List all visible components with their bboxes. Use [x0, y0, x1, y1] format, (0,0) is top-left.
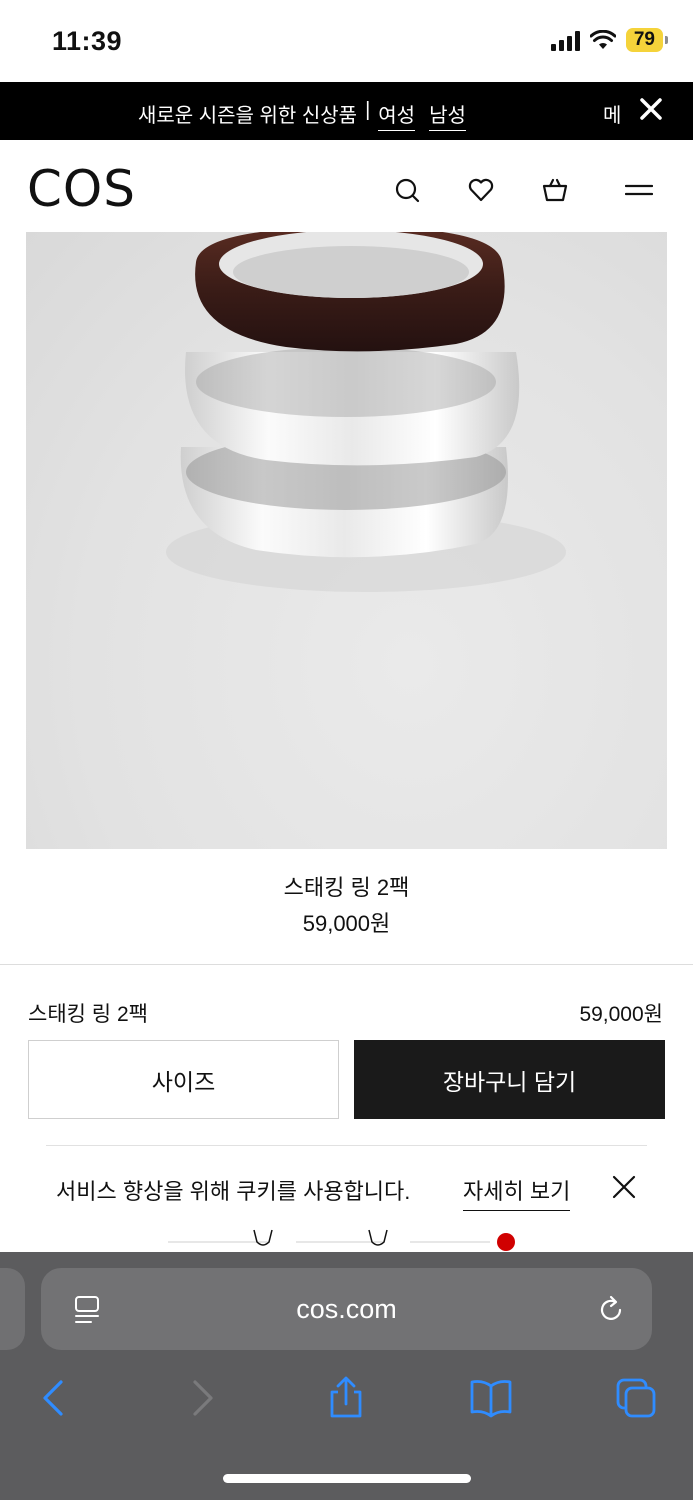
swatch-row-peek — [168, 1229, 515, 1251]
cookie-notice-text: 서비스 향상을 위해 쿠키를 사용합니다. — [56, 1179, 411, 1204]
stacking-rings-photo — [166, 232, 566, 592]
forward-icon[interactable] — [180, 1376, 224, 1420]
bookmarks-icon[interactable] — [469, 1376, 513, 1420]
cos-logo[interactable]: COS — [27, 160, 136, 218]
product-image[interactable] — [26, 232, 667, 849]
cookie-divider — [46, 1145, 647, 1146]
promo-menu-text[interactable]: 메 — [603, 99, 621, 128]
address-url: cos.com — [296, 1294, 397, 1324]
back-icon[interactable] — [32, 1376, 76, 1420]
menu-icon[interactable] — [625, 176, 653, 204]
tabs-icon[interactable] — [614, 1376, 658, 1420]
promo-text-row: 새로운 시즌을 위한 신상품 | 여성 남성 — [138, 99, 466, 131]
wifi-icon — [589, 30, 616, 49]
search-icon[interactable] — [393, 176, 421, 204]
basket-icon[interactable] — [541, 176, 569, 204]
product-price: 59,000원 — [302, 911, 391, 936]
divider — [0, 964, 693, 965]
status-indicators: 79 — [550, 28, 669, 52]
summary-product-name: 스태킹 링 2팩 — [28, 1003, 148, 1026]
promo-link-men[interactable]: 남성 — [429, 99, 466, 131]
add-to-cart-button[interactable]: 장바구니 담기 — [354, 1040, 665, 1119]
share-icon[interactable] — [324, 1376, 368, 1420]
battery-indicator: 79 — [625, 28, 669, 52]
product-name: 스태킹 링 2팩 — [283, 875, 410, 900]
promo-link-women[interactable]: 여성 — [378, 99, 416, 131]
promo-banner: 새로운 시즌을 위한 신상품 | 여성 남성 메 — [0, 82, 693, 140]
summary-product-price: 59,000원 — [579, 1003, 663, 1026]
status-bar: 11:39 79 — [0, 0, 693, 82]
status-time: 11:39 — [52, 26, 123, 56]
browser-toolbar: cos.com — [0, 1252, 693, 1500]
close-icon[interactable] — [636, 94, 666, 124]
address-bar[interactable]: cos.com — [41, 1268, 652, 1350]
home-indicator — [223, 1474, 471, 1483]
cookie-more-link[interactable]: 자세히 보기 — [463, 1174, 571, 1211]
heart-icon[interactable] — [467, 176, 495, 204]
previous-tab-peek[interactable] — [0, 1268, 25, 1350]
promo-separator: | — [365, 99, 371, 121]
site-header: COS — [0, 140, 693, 232]
cellular-signal-icon — [550, 29, 580, 51]
reload-icon[interactable] — [595, 1294, 627, 1326]
close-icon[interactable] — [612, 1175, 636, 1199]
promo-message: 새로운 시즌을 위한 신상품 — [138, 105, 358, 127]
size-select-button[interactable]: 사이즈 — [28, 1040, 339, 1119]
